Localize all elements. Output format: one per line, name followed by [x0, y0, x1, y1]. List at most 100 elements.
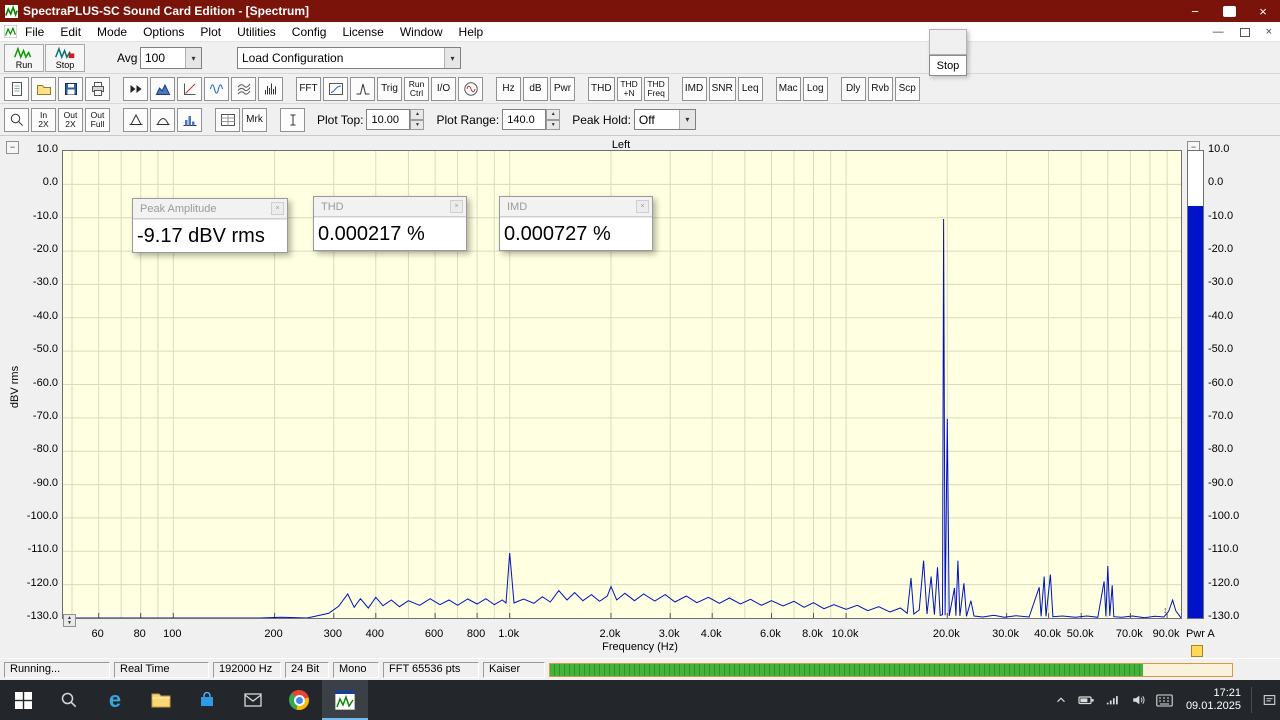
peak-marker-button[interactable]: [123, 107, 148, 132]
spin-up-icon[interactable]: ▲: [546, 109, 561, 120]
clock-time: 17:21: [1213, 687, 1241, 699]
plot-range-spinner[interactable]: 140.0 ▲ ▼: [502, 109, 561, 130]
spin-down-icon[interactable]: ▼: [546, 119, 561, 130]
menu-help[interactable]: Help: [451, 23, 492, 41]
leq-button[interactable]: Leq: [737, 76, 763, 101]
cursor-button[interactable]: [280, 107, 305, 132]
mdi-close-button[interactable]: ×: [1266, 26, 1272, 38]
network-icon[interactable]: [1104, 691, 1122, 709]
io-button[interactable]: I/O: [431, 76, 456, 101]
thd-n-button[interactable]: THD +N: [616, 76, 642, 101]
taskbar-spectraplus-button[interactable]: [322, 680, 368, 720]
menu-license[interactable]: License: [334, 23, 391, 41]
close-button[interactable]: ×: [1246, 0, 1280, 22]
taskbar-clock[interactable]: 17:21 09.01.2025: [1186, 687, 1241, 713]
action-center-icon[interactable]: [1260, 691, 1278, 709]
chevron-down-icon[interactable]: ▾: [678, 110, 695, 129]
spectrogram-view-button[interactable]: [258, 76, 283, 101]
run-control-button[interactable]: Run Ctrl: [404, 76, 429, 101]
zoom-in-2x-button[interactable]: In 2X: [31, 107, 56, 132]
peak-hold-dropdown[interactable]: Off ▾: [633, 109, 696, 130]
snr-button[interactable]: SNR: [708, 76, 736, 101]
menu-config[interactable]: Config: [284, 23, 335, 41]
hz-units-button[interactable]: Hz: [496, 76, 521, 101]
x-axis-label: Frequency (Hz): [602, 641, 678, 653]
power-units-button[interactable]: Pwr: [550, 76, 575, 101]
stop-button[interactable]: Stop: [45, 44, 85, 72]
imd-button[interactable]: IMD: [681, 76, 707, 101]
start-button[interactable]: [0, 680, 46, 720]
data-table-button[interactable]: [215, 107, 240, 132]
plot-resize-handle[interactable]: ↕: [1163, 605, 1168, 615]
zoom-out-2x-button[interactable]: Out 2X: [58, 107, 83, 132]
zoom-button[interactable]: [4, 107, 29, 132]
scope-button[interactable]: Scp: [894, 76, 920, 101]
macro-button[interactable]: Mac: [775, 76, 801, 101]
window-title: SpectraPLUS-SC Sound Card Edition - [Spe…: [23, 4, 310, 18]
chevron-down-icon[interactable]: ▾: [444, 48, 460, 68]
marker-button[interactable]: Mrk: [242, 107, 267, 132]
taskbar-store-button[interactable]: [184, 680, 230, 720]
x-scroll-spinner[interactable]: ▲ ▼: [63, 614, 76, 627]
panel-close-button[interactable]: ×: [271, 202, 284, 215]
load-configuration-dropdown[interactable]: Load Configuration ▾: [237, 47, 461, 69]
run-button[interactable]: Run: [4, 44, 44, 72]
spin-up-icon[interactable]: ▲: [410, 109, 425, 120]
maximize-button[interactable]: [1212, 0, 1246, 22]
floating-toolbar-button[interactable]: [929, 29, 967, 55]
run-button-label: Run: [15, 60, 33, 70]
search-button[interactable]: [46, 680, 92, 720]
waterfall-view-button[interactable]: [231, 76, 256, 101]
taskbar-chrome-button[interactable]: [276, 680, 322, 720]
log-button[interactable]: Log: [802, 76, 828, 101]
mdi-restore-button[interactable]: [1239, 27, 1250, 37]
menu-file[interactable]: File: [17, 23, 52, 41]
panel-close-button[interactable]: ×: [450, 200, 463, 213]
averages-dropdown[interactable]: 100 ▾: [140, 47, 202, 69]
save-button[interactable]: [58, 76, 83, 101]
db-units-button[interactable]: dB: [523, 76, 548, 101]
menu-window[interactable]: Window: [392, 23, 451, 41]
impulse-view-button[interactable]: [350, 76, 375, 101]
thd-panel-header[interactable]: THD ×: [314, 197, 466, 217]
meter-options-button[interactable]: [1191, 645, 1203, 657]
menu-utilities[interactable]: Utilities: [229, 23, 284, 41]
imd-panel-header[interactable]: IMD ×: [500, 197, 652, 217]
curve-fit-button[interactable]: [150, 107, 175, 132]
chevron-down-icon[interactable]: ▾: [185, 48, 201, 68]
phase-view-button[interactable]: [177, 76, 202, 101]
taskbar-edge-button[interactable]: e: [92, 680, 138, 720]
print-button[interactable]: [85, 76, 110, 101]
menu-options[interactable]: Options: [135, 23, 192, 41]
signal-generator-button[interactable]: [458, 76, 483, 101]
taskbar-mail-button[interactable]: [230, 680, 276, 720]
taskbar-file-explorer-button[interactable]: [138, 680, 184, 720]
zoom-out-full-button[interactable]: Out Full: [85, 107, 110, 132]
delay-button[interactable]: Dly: [840, 76, 866, 101]
spectrum-view-button[interactable]: [150, 76, 175, 101]
transfer-function-button[interactable]: [323, 76, 348, 101]
histogram-button[interactable]: [177, 107, 202, 132]
trigger-button[interactable]: Trig: [377, 76, 402, 101]
open-file-button[interactable]: [31, 76, 56, 101]
minimize-button[interactable]: −: [1178, 0, 1212, 22]
peak-amplitude-panel-header[interactable]: Peak Amplitude ×: [133, 199, 287, 219]
fft-settings-button[interactable]: FFT: [296, 76, 321, 101]
thd-freq-button[interactable]: THD Freq: [643, 76, 669, 101]
fast-forward-button[interactable]: [123, 76, 148, 101]
battery-icon[interactable]: [1078, 691, 1096, 709]
new-file-button[interactable]: [4, 76, 29, 101]
mdi-minimize-button[interactable]: —: [1213, 26, 1224, 38]
menu-edit[interactable]: Edit: [52, 23, 89, 41]
volume-icon[interactable]: [1130, 691, 1148, 709]
time-series-button[interactable]: [204, 76, 229, 101]
panel-close-button[interactable]: ×: [636, 200, 649, 213]
hidden-icons-chevron[interactable]: [1052, 691, 1070, 709]
keyboard-icon[interactable]: [1156, 691, 1174, 709]
menu-mode[interactable]: Mode: [89, 23, 135, 41]
plot-top-spinner[interactable]: 10.00 ▲ ▼: [366, 109, 425, 130]
thd-button[interactable]: THD: [588, 76, 615, 101]
menu-plot[interactable]: Plot: [192, 23, 229, 41]
reverb-button[interactable]: Rvb: [867, 76, 893, 101]
spin-down-icon[interactable]: ▼: [410, 119, 425, 130]
